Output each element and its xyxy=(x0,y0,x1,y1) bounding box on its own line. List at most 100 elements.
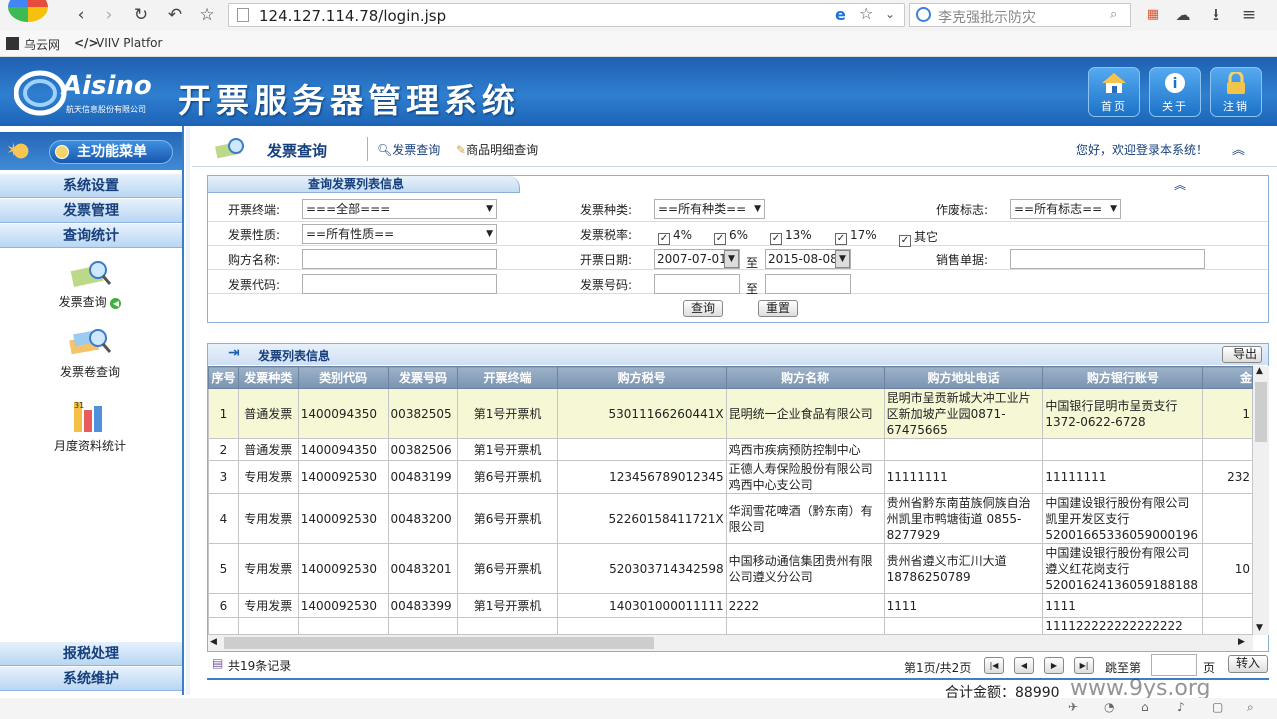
horizontal-scrollbar[interactable]: ◀ ▶ xyxy=(208,635,1253,651)
input-buyer-name[interactable] xyxy=(302,249,497,269)
table-cell: 第6号开票机 xyxy=(457,543,558,594)
sidebar-item-query-statistics[interactable]: 查询统计 xyxy=(0,224,182,248)
sidebar-item-system-maintenance[interactable]: 系统维护 xyxy=(0,667,182,691)
favorite-icon[interactable]: ☆ xyxy=(859,4,873,23)
next-page-button[interactable]: ▶ xyxy=(1044,657,1064,674)
last-page-button[interactable]: ▶| xyxy=(1074,657,1094,674)
scroll-thumb[interactable] xyxy=(1255,382,1267,442)
scroll-right-icon[interactable]: ▶ xyxy=(1238,637,1245,647)
table-cell: 专用发票 xyxy=(237,493,299,544)
status-icon-speed[interactable]: ◔ xyxy=(1104,700,1114,714)
select-terminal[interactable]: ===全部=== xyxy=(302,199,497,219)
reload-icon[interactable]: ↻ xyxy=(130,4,152,26)
col-invoice-type[interactable]: 发票种类 xyxy=(237,366,299,389)
col-category-code[interactable]: 类别代码 xyxy=(297,366,389,389)
col-buyer-name[interactable]: 购方名称 xyxy=(725,366,885,389)
select-void-flag[interactable]: ==所有标志== xyxy=(1010,199,1121,219)
sidebar-item-invoice-management[interactable]: 发票管理 xyxy=(0,199,182,223)
bookmark-viiv[interactable]: VIIV Platfor xyxy=(96,36,162,50)
input-sales-doc[interactable] xyxy=(1010,249,1205,269)
checkbox-rate-6[interactable]: ✓ 6% xyxy=(714,228,748,245)
sidebar-item-system-settings[interactable]: 系统设置 xyxy=(0,174,182,198)
link-goods-detail-query[interactable]: ✎商品明细查询 xyxy=(456,141,538,158)
table-row[interactable]: 111122222222222222 xyxy=(208,617,1253,635)
date-from-picker-icon[interactable]: ▼ xyxy=(724,250,739,268)
status-icon-zoom[interactable]: ⌕ xyxy=(1247,700,1254,715)
col-invoice-number[interactable]: 发票号码 xyxy=(387,366,459,389)
checkbox-rate-other[interactable]: ✓ 其它 xyxy=(899,228,938,247)
page-info: 第1页/共2页 xyxy=(904,661,972,675)
about-button[interactable]: i 关于 xyxy=(1149,67,1201,117)
bookmarks-bar: 乌云网 </> VIIV Platfor xyxy=(0,31,1277,57)
invoice-table: 序号 发票种类 类别代码 发票号码 开票终端 购方税号 购方名称 购方地址电话 … xyxy=(208,366,1253,635)
main-menu-title[interactable]: 主功能菜单 xyxy=(49,140,173,164)
search-box[interactable]: 李克强批示防灾 ⌕ xyxy=(909,3,1131,27)
status-icon-bank[interactable]: ⌂ xyxy=(1141,700,1149,714)
scroll-left-icon[interactable]: ◀ xyxy=(210,637,217,647)
cloud-icon[interactable]: ☁ xyxy=(1172,4,1194,26)
input-number-to[interactable] xyxy=(765,274,851,294)
dropdown-icon[interactable]: ⌄ xyxy=(885,7,895,21)
collapse-icon[interactable]: ︽ xyxy=(1232,139,1245,158)
back-icon[interactable]: ‹ xyxy=(70,4,92,26)
table-header-row: 序号 发票种类 类别代码 发票号码 开票终端 购方税号 购方名称 购方地址电话 … xyxy=(208,366,1253,389)
scroll-up-icon[interactable]: ▲ xyxy=(1256,366,1263,376)
status-icon-pin[interactable]: ✈ xyxy=(1068,700,1078,714)
ie-mode-icon[interactable]: e xyxy=(835,5,846,24)
bookmark-wooyun-icon xyxy=(6,37,19,50)
query-collapse-icon[interactable]: ︽ xyxy=(1174,176,1186,193)
reset-button[interactable]: 重置 xyxy=(758,300,798,317)
col-buyer-bank-account[interactable]: 购方银行账号 xyxy=(1042,366,1204,389)
search-icon[interactable]: ⌕ xyxy=(1110,7,1117,22)
export-button[interactable]: 导出 xyxy=(1222,346,1262,363)
download-icon[interactable]: ⭳ xyxy=(1205,4,1227,26)
date-to-picker-icon[interactable]: ▼ xyxy=(835,250,850,268)
sidebar-splitter[interactable] xyxy=(186,126,190,695)
home-button[interactable]: 首页 xyxy=(1088,67,1140,117)
col-amount[interactable]: 金 xyxy=(1202,366,1253,389)
vertical-scrollbar[interactable]: ▲ ▼ xyxy=(1253,366,1269,635)
table-row[interactable]: 4 专用发票 1400092530 00483200 第6号开票机 52260158411… xyxy=(208,493,1253,544)
checkbox-rate-17[interactable]: ✓ 17% xyxy=(835,228,877,245)
select-invoice-type[interactable]: ==所有种类== xyxy=(654,199,765,219)
table-row[interactable]: 1 普通发票 1400094350 00382505 第1号开票机 53011166260… xyxy=(208,388,1253,439)
scroll-down-icon[interactable]: ▼ xyxy=(1256,623,1263,633)
input-invoice-code[interactable] xyxy=(302,274,497,294)
table-cell: 第1号开票机 xyxy=(457,593,558,618)
col-terminal[interactable]: 开票终端 xyxy=(457,366,558,389)
undo-icon[interactable]: ↶ xyxy=(164,4,186,26)
star-icon[interactable]: ☆ xyxy=(196,4,218,26)
apps-icon[interactable]: ▦ xyxy=(1142,4,1164,26)
col-buyer-address-phone[interactable]: 购方地址电话 xyxy=(883,366,1044,389)
table-row[interactable]: 2 普通发票 1400094350 00382506 第1号开票机 鸡西市疾病预防控制中心 xyxy=(208,438,1253,461)
page-number-input[interactable] xyxy=(1151,654,1197,676)
menu-icon[interactable]: ≡ xyxy=(1238,4,1260,26)
bookmark-wooyun[interactable]: 乌云网 xyxy=(24,36,60,53)
input-number-from[interactable] xyxy=(654,274,740,294)
status-icon-sound[interactable]: ♪ xyxy=(1177,700,1185,714)
table-row[interactable]: 5 专用发票 1400092530 00483201 第6号开票机 52030371434… xyxy=(208,543,1253,594)
checkbox-rate-4[interactable]: ✓ 4% xyxy=(658,228,692,245)
link-invoice-query[interactable]: 🔍︎发票查询 xyxy=(377,141,440,158)
col-buyer-tax-id[interactable]: 购方税号 xyxy=(556,366,727,389)
logout-button[interactable]: 注销 xyxy=(1210,67,1262,117)
checkbox-rate-13[interactable]: ✓ 13% xyxy=(770,228,812,245)
sidebar-invoice-roll-query[interactable]: 发票卷查询 xyxy=(40,324,140,380)
search-button[interactable]: 查询 xyxy=(683,300,723,317)
forward-icon[interactable]: › xyxy=(98,4,120,26)
hscroll-thumb[interactable] xyxy=(224,637,654,649)
first-page-button[interactable]: |◀ xyxy=(984,657,1004,674)
sidebar-monthly-stats[interactable]: 31 月度资料统计 xyxy=(40,396,140,454)
prev-page-button[interactable]: ◀ xyxy=(1014,657,1034,674)
sidebar-invoice-query[interactable]: 发票查询 ◀ xyxy=(40,258,140,310)
invoice-list-title: 发票列表信息 xyxy=(258,349,331,363)
status-icon-window[interactable]: ▢ xyxy=(1212,700,1223,714)
select-invoice-nature[interactable]: ==所有性质== xyxy=(302,224,497,244)
table-row[interactable]: 6 专用发票 1400092530 00483399 第1号开票机 14030100001… xyxy=(208,593,1253,618)
table-row[interactable]: 3 专用发票 1400092530 00483199 第6号开票机 12345678901… xyxy=(208,460,1253,494)
go-button[interactable]: 转入 xyxy=(1228,655,1268,673)
col-seq[interactable]: 序号 xyxy=(208,366,239,389)
address-bar[interactable]: 124.127.114.78/login.jsp e ☆ ⌄ xyxy=(228,3,905,27)
sidebar-item-tax-report[interactable]: 报税处理 xyxy=(0,642,182,666)
table-cell: 00382505 xyxy=(387,388,459,439)
